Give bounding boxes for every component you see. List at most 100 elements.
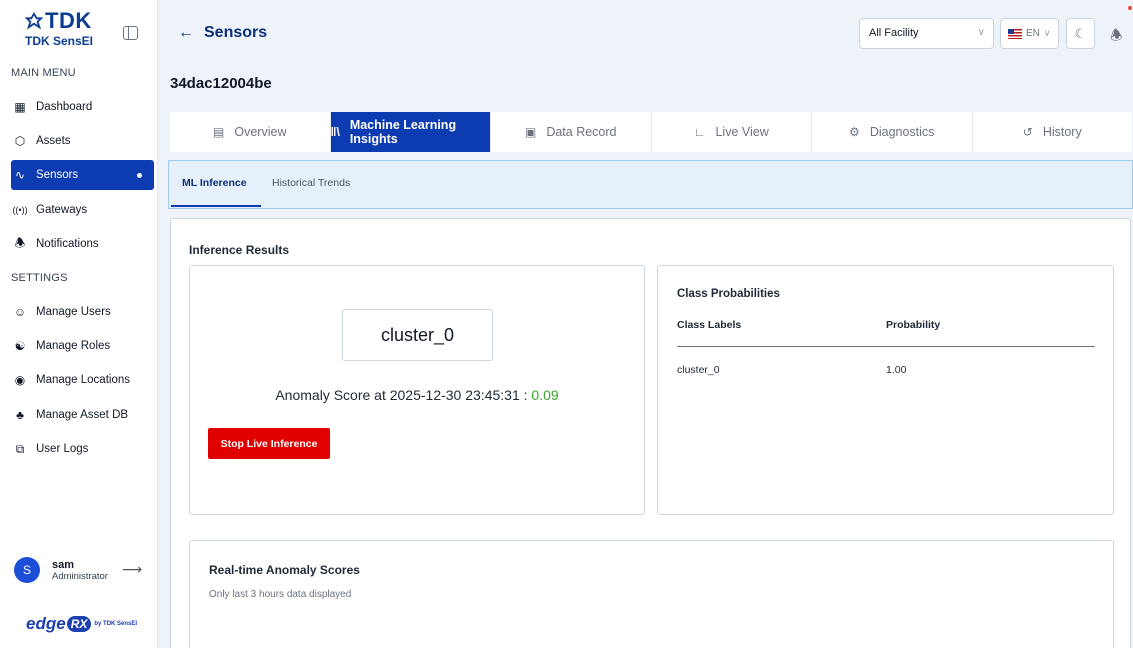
main-content: ← Sensors All Facility ∨ EN ∨ ☾ 🕭 34dac1… (158, 0, 1133, 648)
inference-results-title: Inference Results (189, 243, 290, 257)
class-probabilities-card: Class Probabilities Class Labels Probabi… (657, 265, 1114, 515)
sidebar-item-label: Gateways (36, 204, 88, 216)
sidebar-item-label: Manage Locations (36, 374, 130, 386)
sidebar-item-label: Assets (36, 135, 71, 147)
tdk-logo-icon (25, 12, 43, 30)
sidebar: TDK TDK SensEI MAIN MENU ▦ Dashboard ⬡ A… (0, 0, 158, 648)
arrow-left-icon: ← (178, 24, 194, 41)
theme-toggle-icon[interactable]: ☾ (1066, 18, 1095, 49)
sidebar-item-gateways[interactable]: ((•)) Gateways (11, 195, 154, 225)
tab-data-record[interactable]: ▣ Data Record (491, 112, 652, 152)
stop-live-inference-button[interactable]: Stop Live Inference (208, 428, 330, 459)
diagnostics-icon: ⚙ (849, 125, 860, 139)
tab-diagnostics[interactable]: ⚙ Diagnostics (812, 112, 973, 152)
document-icon: ▤ (213, 125, 225, 139)
sidebar-item-label: Sensors (36, 169, 79, 181)
bars-icon: ‖\ (330, 125, 340, 139)
tab-label: Machine Learning Insights (349, 118, 457, 146)
sidebar-item-label: Manage Users (36, 306, 111, 318)
sidebar-toggle-icon[interactable] (123, 26, 138, 40)
notification-dot (1128, 6, 1132, 10)
sidebar-item-user-logs[interactable]: ⧉ User Logs (11, 434, 154, 464)
user-info: sam Administrator (52, 559, 108, 582)
notification-bell-icon[interactable]: 🕭 (1110, 25, 1123, 49)
dashboard-icon: ▦ (14, 100, 26, 114)
sidebar-item-dashboard[interactable]: ▦ Dashboard (11, 92, 154, 122)
facility-select[interactable]: All Facility ∨ (859, 18, 994, 49)
user-name: sam (52, 558, 75, 571)
realtime-anomaly-subtitle: Only last 3 hours data displayed (209, 589, 352, 600)
inference-card: cluster_0 Anomaly Score at 2025-12-30 23… (189, 265, 645, 515)
table-cell-class-label: cluster_0 (677, 364, 720, 376)
tab-overview[interactable]: ▤ Overview (170, 112, 331, 152)
subtab-historical-trends[interactable]: Historical Trends (272, 177, 350, 189)
table-divider (677, 346, 1095, 347)
anomaly-score-line: Anomaly Score at 2025-12-30 23:45:31 : 0… (190, 387, 644, 403)
broadcast-icon: ((•)) (12, 205, 28, 215)
cube-icon: ⬡ (14, 134, 26, 148)
column-header-class-labels: Class Labels (677, 319, 742, 331)
record-icon: ▣ (524, 125, 537, 139)
column-header-probability: Probability (886, 319, 941, 331)
sidebar-item-assets[interactable]: ⬡ Assets (11, 126, 154, 156)
edgerx-by: by TDK SensEI (94, 621, 138, 627)
sidebar-item-notifications[interactable]: 🕭 Notifications (11, 229, 154, 259)
table-cell-probability: 1.00 (886, 364, 907, 376)
subtab-ml-inference[interactable]: ML Inference (182, 177, 247, 189)
active-indicator (137, 172, 142, 178)
user-profile[interactable]: S sam Administrator (14, 557, 108, 583)
pulse-icon: ∿ (14, 168, 26, 182)
language-value: EN (1026, 28, 1040, 39)
tdk-logo: TDK (25, 10, 93, 32)
history-icon: ↺ (1022, 125, 1033, 139)
sidebar-item-label: User Logs (36, 443, 89, 455)
chart-icon: ∟ (693, 125, 706, 139)
active-subtab-underline (171, 205, 261, 207)
brand-logo[interactable]: TDK TDK SensEI (25, 10, 93, 48)
cluster-label: cluster_0 (342, 309, 493, 361)
sidebar-item-label: Manage Asset DB (36, 409, 129, 421)
tab-machine-learning-insights[interactable]: ‖\ Machine Learning Insights (330, 112, 491, 152)
sidebar-item-label: Manage Roles (36, 340, 111, 352)
edgerx-edge: edge (26, 614, 66, 633)
anomaly-score-prefix: Anomaly Score at 2025-12-30 23:45:31 : (275, 387, 532, 403)
logs-icon: ⧉ (15, 441, 25, 456)
inference-subtabs: ML Inference Historical Trends (168, 160, 1133, 209)
sidebar-item-manage-asset-db[interactable]: ♣ Manage Asset DB (11, 400, 154, 430)
sidebar-item-sensors[interactable]: ∿ Sensors (11, 160, 154, 190)
realtime-anomaly-card: Real-time Anomaly Scores Only last 3 hou… (189, 540, 1114, 648)
main-menu-heading: MAIN MENU (11, 67, 76, 79)
language-select[interactable]: EN ∨ (1000, 18, 1059, 49)
logo-text: TDK (45, 8, 92, 33)
location-icon: ◉ (14, 373, 26, 387)
back-label: Sensors (204, 24, 268, 41)
database-icon: ♣ (16, 408, 24, 422)
tab-label: Overview (234, 125, 287, 139)
sidebar-item-label: Notifications (36, 238, 99, 250)
sidebar-item-manage-roles[interactable]: ☯ Manage Roles (11, 331, 154, 361)
edgerx-logo: edge RX by TDK SensEI (26, 614, 137, 634)
sensor-tabs: ▤ Overview ‖\ Machine Learning Insights … (170, 112, 1132, 152)
facility-value: All Facility (869, 27, 919, 39)
tab-live-view[interactable]: ∟ Live View (652, 112, 812, 152)
logout-icon[interactable]: ⟶ (122, 561, 142, 578)
tab-history[interactable]: ↺ History (973, 112, 1133, 152)
chevron-down-icon: ∨ (977, 27, 985, 38)
us-flag-icon (1008, 28, 1022, 39)
back-link[interactable]: ← Sensors (178, 24, 267, 42)
sidebar-item-manage-locations[interactable]: ◉ Manage Locations (11, 365, 154, 395)
tab-label: Diagnostics (869, 125, 935, 139)
sidebar-item-manage-users[interactable]: ☺ Manage Users (11, 297, 154, 327)
anomaly-score-value: 0.09 (531, 387, 559, 403)
product-name: TDK SensEI (25, 34, 94, 48)
inference-panel: Inference Results cluster_0 Anomaly Scor… (170, 218, 1131, 648)
user-role: Administrator (52, 570, 108, 582)
roles-icon: ☯ (14, 339, 26, 353)
tab-label: History (1042, 125, 1082, 139)
top-bar: ← Sensors All Facility ∨ EN ∨ ☾ 🕭 (158, 0, 1133, 68)
bell-icon: 🕭 (14, 235, 26, 250)
tab-label: Data Record (546, 125, 617, 139)
device-id: 34dac12004be (170, 75, 272, 92)
edgerx-rx: RX (66, 616, 92, 632)
class-probabilities-title: Class Probabilities (677, 288, 780, 300)
